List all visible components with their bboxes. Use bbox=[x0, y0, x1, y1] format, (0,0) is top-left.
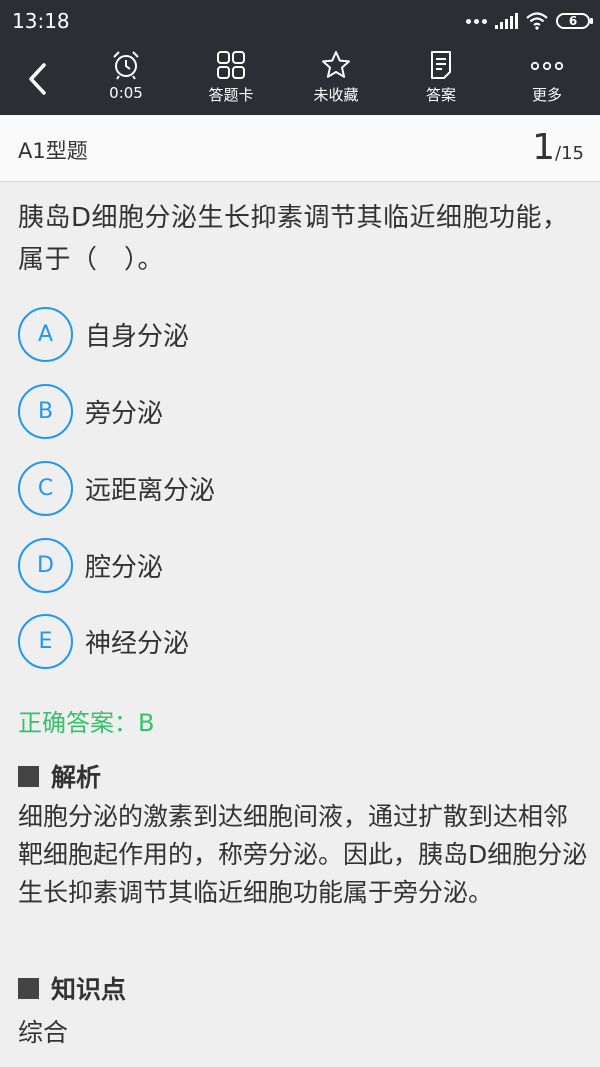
knowledge-title-text: 知识点 bbox=[51, 975, 127, 1004]
knowledge-text: 综合 bbox=[18, 1018, 69, 1047]
top-bar: 13:18 6 0:05 答题卡 未收藏 答案 更多 bbox=[0, 0, 600, 115]
status-time: 13:18 bbox=[12, 9, 70, 33]
total-questions: /15 bbox=[555, 143, 584, 164]
option-letter: D bbox=[18, 537, 73, 593]
status-bar: 13:18 6 bbox=[0, 0, 600, 42]
question-header: A1型题 1/15 bbox=[0, 115, 600, 182]
analysis-title: 解析 bbox=[18, 758, 101, 794]
option-letter: A bbox=[18, 306, 73, 362]
battery-icon: 6 bbox=[556, 13, 593, 29]
answer-button[interactable]: 答案 bbox=[396, 50, 486, 105]
question-pager: 1/15 bbox=[532, 127, 584, 168]
option-a[interactable]: A 自身分泌 bbox=[18, 305, 189, 363]
correct-answer: 正确答案：B bbox=[18, 709, 155, 737]
more-button[interactable]: 更多 bbox=[502, 50, 592, 105]
option-c[interactable]: C 远距离分泌 bbox=[18, 459, 215, 517]
option-letter: B bbox=[18, 383, 73, 439]
star-icon bbox=[322, 51, 350, 78]
answer-label: 答案 bbox=[425, 86, 456, 104]
alarm-clock-icon bbox=[113, 51, 139, 80]
analysis-title-text: 解析 bbox=[51, 763, 102, 792]
option-e[interactable]: E 神经分泌 bbox=[18, 612, 189, 670]
square-bullet-icon bbox=[18, 977, 39, 999]
option-text: 腔分泌 bbox=[85, 552, 164, 583]
favorite-button[interactable]: 未收藏 bbox=[291, 50, 381, 105]
answer-card-button[interactable]: 答题卡 bbox=[186, 50, 276, 105]
analysis-text: 细胞分泌的激素到达细胞间液，通过扩散到达相邻靶细胞起作用的，称旁分泌。因此，胰岛… bbox=[18, 802, 588, 907]
option-d[interactable]: D 腔分泌 bbox=[18, 536, 163, 594]
option-text: 神经分泌 bbox=[85, 628, 190, 659]
document-icon bbox=[431, 51, 451, 79]
wifi-icon bbox=[526, 12, 548, 30]
back-arrow-icon[interactable] bbox=[22, 62, 56, 96]
knowledge-title: 知识点 bbox=[18, 970, 126, 1006]
signal-icon bbox=[495, 13, 518, 29]
current-question-number: 1 bbox=[532, 127, 556, 168]
option-b[interactable]: B 旁分泌 bbox=[18, 382, 163, 440]
notification-dots-icon bbox=[466, 18, 487, 24]
more-dots-icon bbox=[530, 61, 564, 71]
option-text: 自身分泌 bbox=[85, 321, 190, 352]
more-label: 更多 bbox=[531, 86, 562, 104]
answer-card-label: 答题卡 bbox=[208, 86, 254, 104]
status-icons: 6 bbox=[466, 10, 593, 32]
option-letter: E bbox=[18, 613, 73, 669]
grid-icon bbox=[217, 51, 245, 79]
favorite-label: 未收藏 bbox=[313, 86, 359, 104]
square-bullet-icon bbox=[18, 765, 39, 787]
option-text: 远距离分泌 bbox=[85, 475, 216, 506]
question-type: A1型题 bbox=[18, 139, 88, 163]
question-text: 胰岛D细胞分泌生长抑素调节其临近细胞功能，属于（ ）。 bbox=[18, 203, 569, 275]
option-text: 旁分泌 bbox=[85, 398, 164, 429]
timer-label: 0:05 bbox=[109, 84, 143, 102]
timer-button[interactable]: 0:05 bbox=[81, 50, 171, 102]
option-letter: C bbox=[18, 460, 73, 516]
